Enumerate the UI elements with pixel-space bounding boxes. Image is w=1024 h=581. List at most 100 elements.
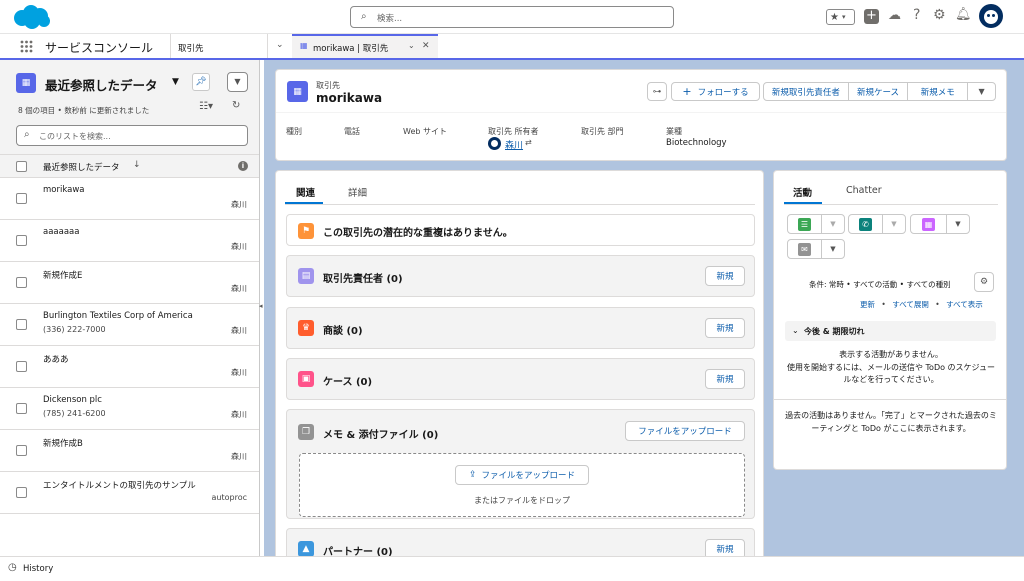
activity-filter-gear-icon[interactable]: ⚙ bbox=[974, 272, 994, 292]
display-as-table-icon[interactable]: ☷▾ bbox=[199, 101, 213, 112]
new-case-related-button[interactable]: 新規 bbox=[705, 369, 745, 389]
panel-collapse-handle[interactable]: ◂ bbox=[259, 302, 267, 316]
row-checkbox[interactable] bbox=[16, 445, 27, 456]
row-account-name[interactable]: あああ bbox=[43, 353, 69, 365]
hierarchy-button[interactable]: ⊶ bbox=[647, 82, 667, 101]
list-item[interactable]: Dickenson plc (785) 241-6200 森川 bbox=[0, 388, 259, 430]
row-account-name[interactable]: Dickenson plc bbox=[43, 395, 102, 405]
new-case-button[interactable]: 新規ケース bbox=[849, 83, 909, 100]
tab-related[interactable]: 関連 bbox=[296, 185, 315, 199]
history-utility-item[interactable]: ◷ History bbox=[0, 557, 370, 581]
list-search-input[interactable]: このリストを検索... bbox=[39, 131, 111, 142]
dropzone-upload-button[interactable]: ⇪ ファイルをアップロード bbox=[455, 465, 589, 485]
column-header-label[interactable]: 最近参照したデータ bbox=[43, 161, 120, 173]
list-item[interactable]: 新規作成E 森川 bbox=[0, 262, 259, 304]
setup-gear-icon[interactable]: ⚙ bbox=[933, 7, 946, 23]
log-call-button[interactable]: ✆ ▼ bbox=[848, 214, 906, 234]
event-chevron-icon[interactable]: ▼ bbox=[947, 215, 969, 233]
upcoming-overdue-header[interactable]: ⌄ 今後 & 期限切れ bbox=[785, 321, 996, 341]
notes-title[interactable]: メモ & 添付ファイル (0) bbox=[323, 426, 438, 441]
new-task-button[interactable]: ☰ ▼ bbox=[787, 214, 845, 234]
cases-title[interactable]: ケース (0) bbox=[323, 373, 372, 388]
file-drop-zone[interactable]: ⇪ ファイルをアップロード またはファイルをドロップ bbox=[299, 453, 745, 517]
object-nav-tab[interactable]: 取引先 bbox=[178, 42, 204, 54]
refresh-link[interactable]: 更新 bbox=[860, 300, 875, 309]
list-actions-button[interactable]: ▼ bbox=[227, 72, 248, 92]
field-label-owner: 取引先 所有者 bbox=[488, 127, 539, 136]
row-account-name[interactable]: 新規作成E bbox=[43, 269, 82, 281]
select-all-checkbox[interactable] bbox=[16, 161, 27, 172]
row-account-name[interactable]: morikawa bbox=[43, 185, 84, 195]
list-item[interactable]: Burlington Textiles Corp of America (336)… bbox=[0, 304, 259, 346]
email-chevron-icon[interactable]: ▼ bbox=[822, 240, 844, 258]
subtab-chevron-down-icon[interactable]: ⌄ bbox=[408, 41, 415, 50]
subtab-morikawa[interactable]: ▦ morikawa | 取引先 ⌄ ✕ bbox=[292, 34, 438, 58]
refresh-icon[interactable]: ↻ bbox=[232, 100, 240, 111]
chevron-down-icon[interactable]: ▾ bbox=[842, 13, 846, 21]
notification-bell-icon[interactable]: 🔔︎ bbox=[955, 7, 972, 22]
follow-button[interactable]: + フォローする bbox=[671, 82, 760, 101]
nav-menu-chevron-down-icon[interactable]: ⌄ bbox=[276, 40, 284, 50]
send-email-button[interactable]: ✉ ▼ bbox=[787, 239, 845, 259]
new-partner-button[interactable]: 新規 bbox=[705, 539, 745, 556]
app-launcher-icon[interactable] bbox=[20, 40, 33, 53]
favorites-button[interactable]: ★ ▾ bbox=[826, 9, 855, 25]
row-checkbox[interactable] bbox=[16, 319, 27, 330]
row-account-name[interactable]: Burlington Textiles Corp of America bbox=[43, 311, 193, 321]
tab-chatter[interactable]: Chatter bbox=[846, 185, 882, 196]
new-contact-button[interactable]: 新規取引先責任者 bbox=[764, 83, 849, 100]
info-icon[interactable]: i bbox=[238, 161, 248, 171]
new-contact-related-button[interactable]: 新規 bbox=[705, 266, 745, 286]
owner-link[interactable]: 森川 bbox=[505, 138, 523, 151]
partners-title[interactable]: パートナー (0) bbox=[323, 543, 393, 556]
sort-arrow-icon[interactable]: ↓ bbox=[133, 160, 141, 170]
row-account-name[interactable]: aaaaaaa bbox=[43, 227, 79, 237]
list-view-title[interactable]: 最近参照したデータ bbox=[45, 75, 158, 94]
related-card: 関連 詳細 ⚑ この取引先の潜在的な重複はありません。 ▤ 取引先責任者 (0)… bbox=[275, 170, 764, 556]
salesforce-logo[interactable] bbox=[10, 4, 52, 30]
list-item[interactable]: あああ 森川 bbox=[0, 346, 259, 388]
row-checkbox[interactable] bbox=[16, 277, 27, 288]
tab-details[interactable]: 詳細 bbox=[348, 185, 367, 199]
row-checkbox[interactable] bbox=[16, 487, 27, 498]
global-search[interactable]: ⌕ 検索... bbox=[350, 6, 674, 28]
help-icon[interactable]: ? bbox=[913, 7, 920, 23]
list-view-selector-chevron-icon[interactable]: ▼ bbox=[172, 77, 179, 87]
add-icon[interactable]: + bbox=[864, 9, 879, 24]
contacts-title[interactable]: 取引先責任者 (0) bbox=[323, 270, 403, 285]
row-checkbox[interactable] bbox=[16, 193, 27, 204]
row-account-name[interactable]: エンタイトルメントの取引先のサンプル bbox=[43, 479, 196, 491]
close-tab-icon[interactable]: ✕ bbox=[422, 41, 430, 51]
activity-tabs-divider bbox=[784, 204, 998, 205]
tab-activity[interactable]: 活動 bbox=[793, 185, 812, 199]
row-checkbox[interactable] bbox=[16, 361, 27, 372]
view-all-link[interactable]: すべて表示 bbox=[946, 300, 983, 309]
row-owner: 森川 bbox=[231, 242, 247, 251]
list-search[interactable]: ⌕ このリストを検索... bbox=[16, 125, 248, 146]
trailhead-icon[interactable]: ☁ bbox=[888, 8, 901, 23]
case-briefcase-icon: ▣ bbox=[298, 371, 314, 387]
pin-list-button[interactable]: 📌︎ bbox=[192, 73, 210, 91]
row-owner: 森川 bbox=[231, 284, 247, 293]
new-opportunity-button[interactable]: 新規 bbox=[705, 318, 745, 338]
change-owner-icon[interactable]: ⇄ bbox=[525, 138, 532, 147]
expand-all-link[interactable]: すべて展開 bbox=[892, 300, 929, 309]
new-note-button[interactable]: 新規メモ bbox=[908, 83, 969, 100]
list-search-icon: ⌕ bbox=[24, 129, 30, 140]
user-avatar[interactable] bbox=[979, 4, 1003, 28]
list-item[interactable]: morikawa 森川 bbox=[0, 178, 259, 220]
more-actions-chevron-icon[interactable]: ▼ bbox=[968, 83, 995, 100]
list-item[interactable]: 新規作成B 森川 bbox=[0, 430, 259, 472]
opportunities-title[interactable]: 商談 (0) bbox=[323, 322, 363, 337]
upload-files-button[interactable]: ファイルをアップロード bbox=[625, 421, 745, 441]
call-chevron-icon[interactable]: ▼ bbox=[883, 215, 905, 233]
new-event-button[interactable]: ▦ ▼ bbox=[910, 214, 970, 234]
list-item[interactable]: エンタイトルメントの取引先のサンプル autoproc bbox=[0, 472, 259, 514]
row-account-name[interactable]: 新規作成B bbox=[43, 437, 83, 449]
global-search-input[interactable]: 検索... bbox=[377, 12, 402, 24]
row-checkbox[interactable] bbox=[16, 235, 27, 246]
row-checkbox[interactable] bbox=[16, 403, 27, 414]
task-chevron-icon[interactable]: ▼ bbox=[822, 215, 844, 233]
list-item[interactable]: aaaaaaa 森川 bbox=[0, 220, 259, 262]
app-name: サービスコンソール bbox=[45, 41, 154, 55]
